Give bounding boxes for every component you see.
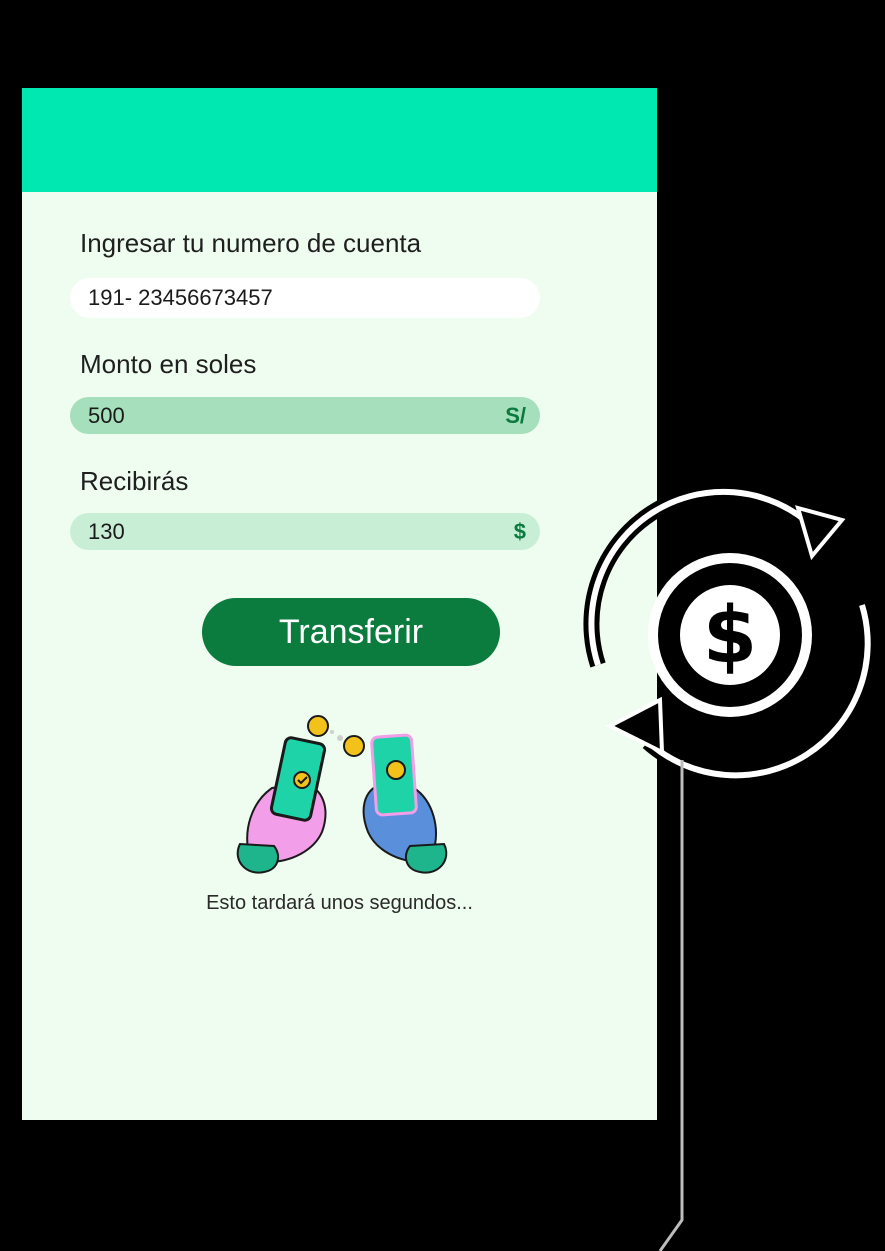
sparkle-icon (337, 735, 343, 741)
receive-value: 130 (88, 518, 125, 544)
receive-amount-field: 130 $ (70, 513, 540, 550)
coin-icon (343, 735, 365, 757)
account-number-input[interactable]: 191- 23456673457 (70, 278, 540, 318)
amount-value: 500 (88, 402, 125, 428)
dollar-currency-label: $ (513, 518, 526, 544)
header-bar (22, 88, 657, 192)
svg-text:$: $ (703, 591, 757, 681)
phones-exchange-illustration (236, 715, 448, 874)
check-icon (293, 771, 311, 789)
soles-currency-label: S/ (505, 402, 526, 428)
amount-input[interactable]: 500 S/ (70, 397, 540, 434)
account-number-value: 191- 23456673457 (88, 285, 273, 310)
left-sleeve-icon (236, 842, 280, 874)
status-hint: Esto tardará unos segundos... (206, 892, 473, 914)
receive-label: Recibirás (80, 466, 189, 496)
transfer-button[interactable]: Transferir (202, 598, 500, 666)
coin-icon (307, 715, 329, 737)
amount-label: Monto en soles (80, 349, 257, 379)
account-label: Ingresar tu numero de cuenta (80, 228, 422, 258)
sparkle-icon (330, 730, 334, 734)
right-sleeve-icon (404, 842, 448, 874)
cable-line (658, 760, 684, 1251)
currency-exchange-icon: $ (583, 483, 876, 784)
received-coin-icon (386, 760, 406, 780)
transfer-screen: Ingresar tu numero de cuenta 191- 234566… (22, 88, 657, 1120)
